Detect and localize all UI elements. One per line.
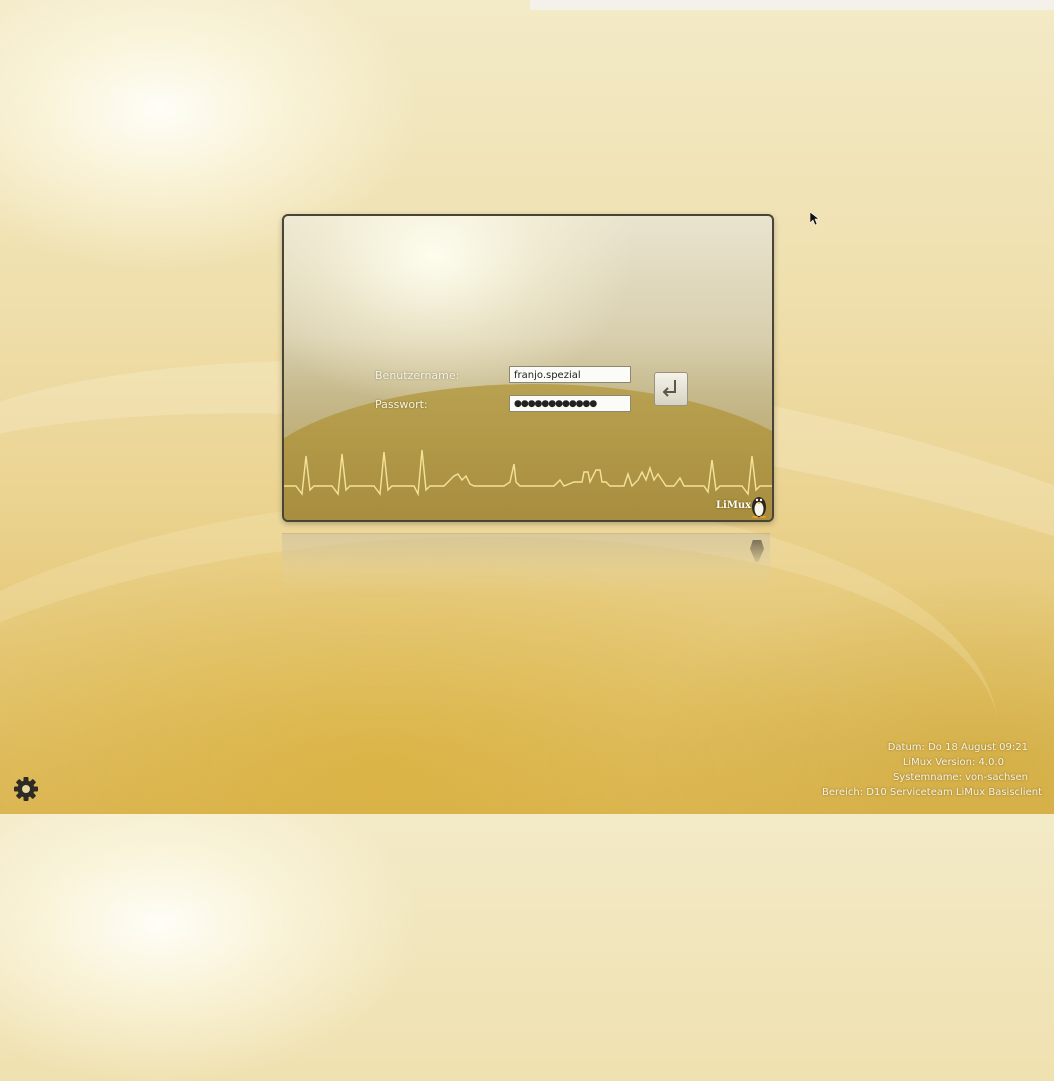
info-systemname: Systemname: von-sachsen xyxy=(892,772,1028,783)
enter-key-icon xyxy=(662,380,676,397)
info-version: LiMux Version: 4.0.0 xyxy=(902,757,1004,768)
tux-reflection-icon xyxy=(750,540,764,562)
username-label: Benutzername: xyxy=(375,369,460,382)
tux-penguin-icon xyxy=(752,497,766,518)
ecg-skyline-line xyxy=(284,449,772,497)
gear-icon xyxy=(14,777,38,801)
info-datum: Datum: Do 18 August 09:21 xyxy=(887,742,1028,753)
login-dialog: Benutzername: franjo.spezial Passwort: ●… xyxy=(282,214,774,522)
mouse-cursor-icon xyxy=(810,212,820,226)
login-submit-button[interactable] xyxy=(654,372,688,406)
logo-text: LiMux xyxy=(716,500,752,511)
password-label: Passwort: xyxy=(375,398,428,411)
dialog-reflection xyxy=(282,533,770,594)
password-input[interactable]: ●●●●●●●●●●●● xyxy=(509,395,631,412)
top-strip xyxy=(530,0,1054,10)
username-input[interactable]: franjo.spezial xyxy=(509,366,631,383)
info-bereich: Bereich: D10 Serviceteam LiMux Basisclie… xyxy=(822,787,1042,798)
session-menu-button[interactable] xyxy=(12,775,40,803)
system-info-panel: Datum: Do 18 August 09:21 LiMux Version:… xyxy=(822,740,1042,800)
limux-logo: LiMux xyxy=(716,494,768,518)
